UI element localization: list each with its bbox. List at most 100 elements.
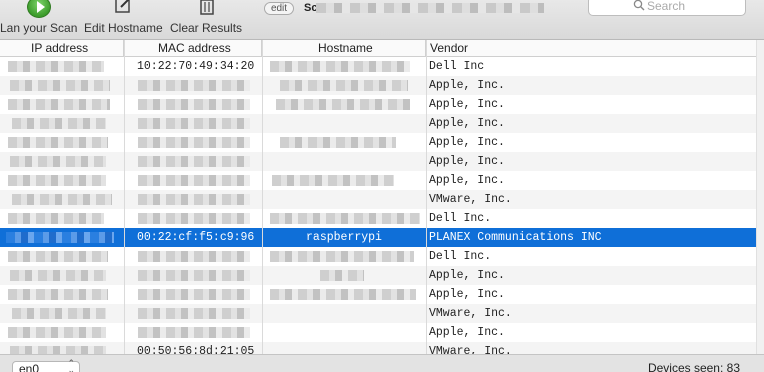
hostname-cell: raspberrypi <box>262 228 426 247</box>
table-row[interactable]: Apple, Inc. <box>0 171 756 190</box>
hostname-cell <box>262 304 426 323</box>
table-row[interactable]: 00:22:cf:f5:c9:96 raspberrypi PLANEX Commu… <box>0 228 756 247</box>
ip-cell <box>0 285 124 304</box>
hostname-cell <box>262 114 426 133</box>
hostname-cell <box>262 171 426 190</box>
column-hostname[interactable]: Hostname <box>262 40 426 57</box>
ip-cell <box>0 76 124 95</box>
table-row[interactable]: Apple, Inc. <box>0 76 756 95</box>
updown-arrows-icon: ⌃ ⌄ <box>67 358 75 372</box>
redacted-hostname <box>276 99 410 110</box>
redacted-hostname <box>270 289 416 300</box>
mac-address: 00:22:cf:f5:c9:96 <box>137 231 255 244</box>
table-row[interactable]: Apple, Inc. <box>0 152 756 171</box>
redacted-ip <box>8 327 106 338</box>
table-row[interactable]: Apple, Inc. <box>0 133 756 152</box>
vendor-cell: Apple, Inc. <box>429 136 505 149</box>
vendor-cell: Apple, Inc. <box>429 288 505 301</box>
table-row[interactable]: 00:50:56:8d:21:05 VMware, Inc. <box>0 342 756 354</box>
redacted-hostname <box>320 270 364 281</box>
mac-cell: 10:22:70:49:34:20 <box>124 57 262 76</box>
ip-cell <box>0 323 124 342</box>
table-row[interactable]: VMware, Inc. <box>0 304 756 323</box>
redacted-ip <box>8 289 108 300</box>
redacted-hostname <box>272 175 394 186</box>
mac-cell <box>124 323 262 342</box>
mac-address: 00:50:56:8d:21:05 <box>137 345 255 354</box>
redacted-ip <box>8 61 104 72</box>
vendor-cell: Apple, Inc. <box>429 79 505 92</box>
table-row[interactable]: Dell Inc. <box>0 247 756 266</box>
hostname-cell <box>262 266 426 285</box>
hostname-cell <box>262 95 426 114</box>
table-row[interactable]: VMware, Inc. <box>0 190 756 209</box>
ip-cell <box>0 133 124 152</box>
ip-cell <box>0 171 124 190</box>
edit-hostname-label: Edit Hostname <box>84 21 163 35</box>
mac-cell <box>124 247 262 266</box>
mac-cell <box>124 152 262 171</box>
search-icon <box>633 0 645 14</box>
play-icon <box>27 0 51 18</box>
scan-button-label: Lan your Scan <box>0 21 78 35</box>
vendor-cell: Apple, Inc. <box>429 174 505 187</box>
table-row[interactable]: Apple, Inc. <box>0 114 756 133</box>
table-row[interactable]: 10:22:70:49:34:20 Dell Inc <box>0 57 756 76</box>
redacted-ip <box>6 232 114 243</box>
column-vendor[interactable]: Vendor <box>426 40 756 57</box>
status-bar: en0 ⌃ ⌄ Devices seen: 83 <box>0 354 764 372</box>
hostname-cell <box>262 323 426 342</box>
table-body: 10:22:70:49:34:20 Dell Inc Apple, Inc. Appl… <box>0 57 756 354</box>
redacted-mac <box>138 175 250 186</box>
redacted-ip <box>8 251 108 262</box>
hostname-cell <box>262 285 426 304</box>
edit-pill-button[interactable]: edit <box>264 2 294 15</box>
clear-results-label: Clear Results <box>170 21 243 35</box>
table-row[interactable]: Apple, Inc. <box>0 285 756 304</box>
vertical-scrollbar[interactable] <box>756 40 764 354</box>
results-table: IP address MAC address Hostname Vendor 1… <box>0 40 756 354</box>
vendor-cell: PLANEX Communications INC <box>429 231 602 244</box>
edit-hostname-button[interactable]: Edit Hostname <box>84 0 164 40</box>
redacted-ip <box>10 156 106 167</box>
column-divider <box>426 40 427 354</box>
redacted-ip <box>8 213 104 224</box>
search-input[interactable] <box>647 0 737 14</box>
redacted-hostname <box>270 213 420 224</box>
mac-cell: 00:50:56:8d:21:05 <box>124 342 262 354</box>
search-field[interactable] <box>588 0 746 16</box>
column-mac[interactable]: MAC address <box>124 40 262 57</box>
ip-cell <box>0 304 124 323</box>
table-row[interactable]: Apple, Inc. <box>0 323 756 342</box>
mac-cell <box>124 95 262 114</box>
vendor-cell: Apple, Inc. <box>429 117 505 130</box>
redacted-ip <box>10 270 106 281</box>
redacted-mac <box>138 289 250 300</box>
redacted-mac <box>138 118 250 129</box>
mac-cell <box>124 171 262 190</box>
mac-cell <box>124 114 262 133</box>
ip-cell <box>0 228 124 247</box>
mac-cell <box>124 133 262 152</box>
mac-cell <box>124 285 262 304</box>
vendor-cell: Dell Inc. <box>429 250 492 263</box>
interface-select[interactable]: en0 ⌃ ⌄ <box>12 358 80 372</box>
redacted-ip <box>8 137 108 148</box>
redacted-mac <box>138 80 250 91</box>
column-ip[interactable]: IP address <box>0 40 124 57</box>
redacted-mac <box>138 327 250 338</box>
ip-cell <box>0 95 124 114</box>
scan-title-redacted <box>316 3 544 13</box>
redacted-mac <box>138 137 250 148</box>
ip-cell <box>0 57 124 76</box>
table-row[interactable]: Apple, Inc. <box>0 266 756 285</box>
table-row[interactable]: Apple, Inc. <box>0 95 756 114</box>
vendor-cell: VMware, Inc. <box>429 193 512 206</box>
clear-results-button[interactable]: Clear Results <box>170 0 244 40</box>
table-row[interactable]: Dell Inc. <box>0 209 756 228</box>
devices-seen-count: Devices seen: 83 <box>647 361 740 372</box>
redacted-mac <box>138 308 250 319</box>
redacted-mac <box>138 99 250 110</box>
toolbar: Lan your Scan Edit Hostname Clear Result… <box>0 0 764 40</box>
scan-button[interactable]: Lan your Scan <box>0 0 78 40</box>
